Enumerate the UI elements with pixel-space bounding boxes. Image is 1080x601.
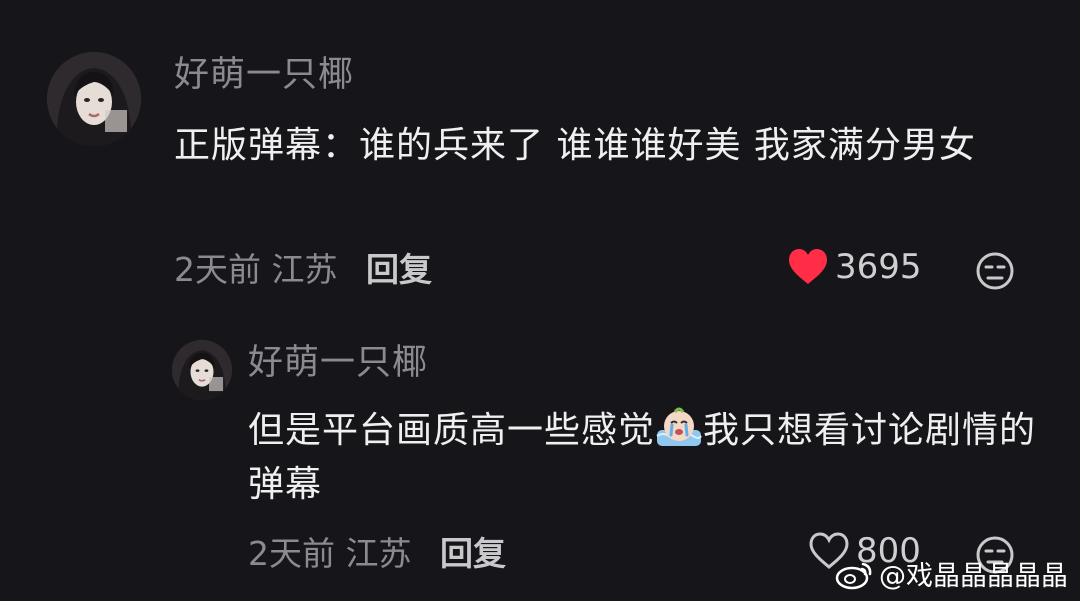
- reply-reply-button[interactable]: 回复: [440, 534, 506, 573]
- comment-time: 2天前: [174, 250, 261, 289]
- comment-text-body: 正版弹幕：谁的兵来了 谁谁谁好美 我家满分男女: [174, 125, 976, 166]
- reply-avatar[interactable]: [172, 340, 232, 400]
- reply-time: 2天前: [248, 534, 335, 573]
- watermark-text: @戏晶晶晶晶晶: [879, 561, 1068, 592]
- comment-dislike-button[interactable]: [975, 251, 1015, 295]
- reply-text-before: 但是平台画质高一些感觉: [248, 410, 656, 451]
- comment-username[interactable]: 好萌一只椰: [174, 55, 354, 95]
- meh-face-icon: [976, 252, 1014, 290]
- comment-text: 正版弹幕：谁的兵来了 谁谁谁好美 我家满分男女: [174, 119, 1044, 173]
- comment-like-count: 3695: [835, 247, 922, 287]
- comment-location: 江苏: [271, 250, 338, 289]
- user-avatar-photo: [172, 340, 232, 400]
- reply-location: 江苏: [345, 534, 412, 573]
- weibo-logo-icon: [835, 562, 872, 589]
- comment-reply-button[interactable]: 回复: [366, 250, 432, 289]
- reply-username[interactable]: 好萌一只椰: [248, 343, 428, 383]
- crying-baby-emoji: [656, 407, 702, 446]
- comment-like-button[interactable]: 3695: [787, 247, 922, 287]
- heart-filled-icon: [789, 249, 827, 284]
- user-avatar-photo: [47, 52, 141, 146]
- comment-meta: 2天前 江苏 回复: [174, 250, 432, 290]
- watermark: @戏晶晶晶晶晶: [835, 554, 1068, 593]
- comment-thread: 好萌一只椰 正版弹幕：谁的兵来了 谁谁谁好美 我家满分男女 2天前 江苏 回复 …: [0, 0, 1080, 601]
- comment-avatar[interactable]: [47, 52, 141, 146]
- reply-meta: 2天前 江苏 回复: [248, 534, 506, 574]
- reply-text: 但是平台画质高一些感觉 我只想看讨论剧情的弹幕: [248, 402, 1038, 512]
